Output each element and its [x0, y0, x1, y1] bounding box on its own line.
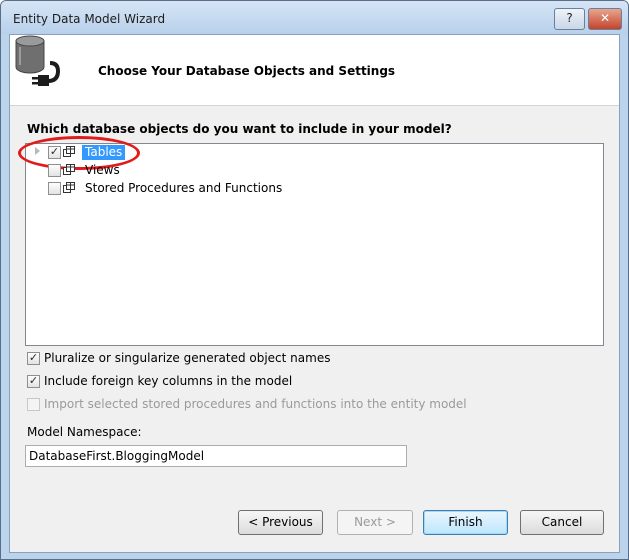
- wizard-header: Choose Your Database Objects and Setting…: [10, 35, 619, 106]
- database-objects-tree[interactable]: ✓ Tables Views Stored Procedures and Fun…: [18, 136, 604, 346]
- views-folder-icon: [63, 164, 75, 175]
- tree-item-tables[interactable]: ✓ Tables: [18, 136, 586, 170]
- page-title: Choose Your Database Objects and Setting…: [98, 64, 396, 78]
- tree-item-stored-procedures[interactable]: Stored Procedures and Functions: [26, 180, 586, 198]
- window-title: Entity Data Model Wizard: [13, 12, 166, 26]
- import-procedures-checkbox: [27, 398, 40, 411]
- views-checkbox[interactable]: [48, 164, 61, 177]
- procedures-folder-icon: [63, 182, 75, 193]
- title-bar[interactable]: Entity Data Model Wizard ? ✕: [1, 1, 628, 34]
- cancel-button[interactable]: Cancel: [520, 510, 604, 535]
- foreign-keys-checkbox[interactable]: ✓: [27, 375, 40, 388]
- database-plug-icon: [15, 35, 61, 86]
- objects-prompt: Which database objects do you want to in…: [27, 122, 452, 136]
- previous-button[interactable]: < Previous: [238, 510, 323, 535]
- import-procedures-label: Import selected stored procedures and fu…: [44, 397, 467, 411]
- namespace-label: Model Namespace:: [27, 425, 142, 439]
- tree-item-label: Stored Procedures and Functions: [85, 181, 283, 195]
- tree-item-label: Views: [85, 163, 120, 177]
- close-button[interactable]: ✕: [588, 8, 622, 30]
- help-button[interactable]: ?: [554, 8, 585, 30]
- foreign-keys-label[interactable]: Include foreign key columns in the model: [44, 374, 292, 388]
- tree-item-views[interactable]: Views: [26, 162, 586, 180]
- finish-button[interactable]: Finish: [423, 510, 508, 535]
- wizard-window: Entity Data Model Wizard ? ✕ Choose Your…: [0, 0, 629, 560]
- next-button: Next >: [337, 510, 413, 535]
- pluralize-label[interactable]: Pluralize or singularize generated objec…: [44, 351, 330, 365]
- stored-procedures-checkbox[interactable]: [48, 182, 61, 195]
- namespace-field[interactable]: DatabaseFirst.BloggingModel: [25, 445, 407, 467]
- pluralize-checkbox[interactable]: ✓: [27, 352, 40, 365]
- wizard-body: Choose Your Database Objects and Setting…: [9, 34, 620, 553]
